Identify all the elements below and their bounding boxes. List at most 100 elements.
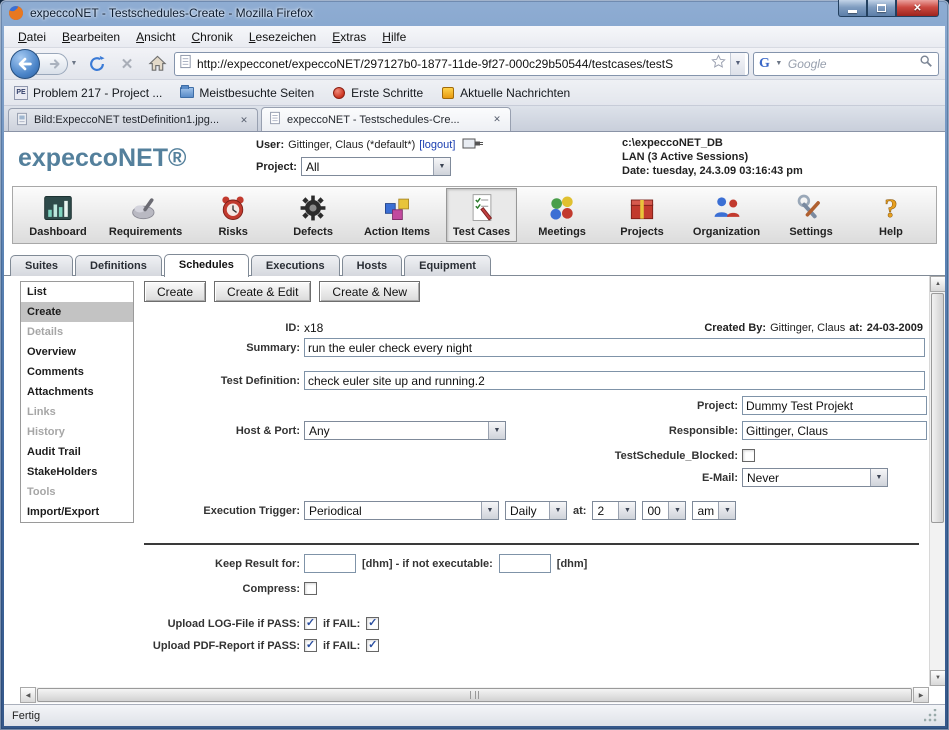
module-toolbar: Dashboard Requirements Risks Defects Act… bbox=[12, 186, 937, 244]
menu-hilfe[interactable]: Hilfe bbox=[374, 27, 414, 47]
toolbar-item-defects[interactable]: Defects bbox=[278, 189, 348, 241]
project-select[interactable]: All bbox=[301, 157, 451, 176]
menu-bearbeiten[interactable]: Bearbeiten bbox=[54, 27, 128, 47]
toolbar-item-dashboard[interactable]: Dashboard bbox=[23, 189, 93, 241]
trigger-ampm-select[interactable]: am bbox=[692, 501, 736, 520]
horizontal-scroll-thumb[interactable] bbox=[37, 688, 912, 702]
home-button[interactable] bbox=[144, 51, 170, 77]
url-input[interactable] bbox=[197, 57, 707, 71]
minimize-button[interactable] bbox=[838, 0, 867, 17]
sidebar-item-comments[interactable]: Comments bbox=[21, 362, 133, 382]
bookmark-aktuelle-nachrichten[interactable]: Aktuelle Nachrichten bbox=[441, 86, 570, 100]
email-select[interactable]: Never bbox=[742, 468, 888, 487]
magnifier-icon[interactable] bbox=[919, 54, 933, 73]
toolbar-item-requirements[interactable]: Requirements bbox=[103, 189, 188, 241]
tab-close-icon[interactable] bbox=[490, 113, 504, 127]
sidebar-item-overview[interactable]: Overview bbox=[21, 342, 133, 362]
tab-executions[interactable]: Executions bbox=[251, 255, 340, 276]
sidebar-item-list[interactable]: List bbox=[21, 282, 133, 302]
tab-bild-testdefinition[interactable]: Bild:ExpeccoNET testDefinition1.jpg... bbox=[8, 108, 258, 131]
chevron-down-icon[interactable] bbox=[668, 502, 685, 519]
pdf-fail-checkbox[interactable]: ✓ bbox=[366, 639, 379, 652]
scroll-down-arrow[interactable]: ▼ bbox=[930, 670, 945, 686]
vertical-scroll-thumb[interactable] bbox=[931, 293, 944, 523]
log-fail-checkbox[interactable]: ✓ bbox=[366, 617, 379, 630]
menu-lesezeichen[interactable]: Lesezeichen bbox=[241, 27, 324, 47]
trigger-hour-select[interactable]: 2 bbox=[592, 501, 636, 520]
bookmark-star-icon[interactable] bbox=[711, 54, 726, 74]
trigger-frequency-select[interactable]: Daily bbox=[505, 501, 567, 520]
toolbar-item-projects[interactable]: Projects bbox=[607, 189, 677, 241]
forward-button[interactable] bbox=[36, 53, 68, 75]
pdf-pass-checkbox[interactable]: ✓ bbox=[304, 639, 317, 652]
url-dropdown-arrow[interactable]: ▼ bbox=[730, 53, 745, 75]
sidebar-item-create[interactable]: Create bbox=[21, 302, 133, 322]
search-engine-icon[interactable]: G bbox=[759, 56, 770, 72]
menu-datei[interactable]: Datei bbox=[10, 27, 54, 47]
tab-hosts[interactable]: Hosts bbox=[342, 255, 403, 276]
toolbar-item-risks[interactable]: Risks bbox=[198, 189, 268, 241]
bookmark-erste-schritte[interactable]: Erste Schritte bbox=[332, 86, 423, 100]
toolbar-item-action-items[interactable]: Action Items bbox=[358, 189, 436, 241]
back-button[interactable] bbox=[10, 49, 40, 79]
project-input[interactable] bbox=[742, 396, 927, 415]
chevron-down-icon[interactable] bbox=[433, 158, 450, 175]
menu-ansicht[interactable]: Ansicht bbox=[128, 27, 183, 47]
chevron-down-icon[interactable] bbox=[481, 502, 498, 519]
search-input[interactable] bbox=[788, 57, 916, 71]
menu-extras[interactable]: Extras bbox=[324, 27, 374, 47]
create-button[interactable]: Create bbox=[144, 281, 206, 302]
compress-checkbox[interactable] bbox=[304, 582, 317, 595]
tab-suites[interactable]: Suites bbox=[10, 255, 73, 276]
summary-input[interactable] bbox=[304, 338, 925, 357]
stop-button[interactable]: ✕ bbox=[114, 51, 140, 77]
chevron-down-icon[interactable] bbox=[718, 502, 735, 519]
close-button[interactable]: ✕ bbox=[896, 0, 939, 17]
tab-equipment[interactable]: Equipment bbox=[404, 255, 491, 276]
scroll-right-arrow[interactable]: ▶ bbox=[913, 687, 929, 703]
sidebar-item-stakeholders[interactable]: StakeHolders bbox=[21, 462, 133, 482]
create-and-edit-button[interactable]: Create & Edit bbox=[214, 281, 311, 302]
tab-schedules[interactable]: Schedules bbox=[164, 254, 249, 277]
responsible-input[interactable] bbox=[742, 421, 927, 440]
not-executable-input[interactable] bbox=[499, 554, 551, 573]
trigger-type-select[interactable]: Periodical bbox=[304, 501, 499, 520]
scroll-up-arrow[interactable]: ▲ bbox=[930, 276, 945, 292]
toolbar-item-settings[interactable]: Settings bbox=[776, 189, 846, 241]
maximize-button[interactable] bbox=[867, 0, 896, 17]
scroll-left-arrow[interactable]: ◀ bbox=[20, 687, 36, 703]
create-and-new-button[interactable]: Create & New bbox=[319, 281, 420, 302]
trigger-minute-select[interactable]: 00 bbox=[642, 501, 686, 520]
tab-expecconet-testschedules[interactable]: expeccoNET - Testschedules-Cre... bbox=[261, 107, 511, 131]
tab-close-icon[interactable] bbox=[237, 113, 251, 127]
blocked-checkbox[interactable] bbox=[742, 449, 755, 462]
horizontal-scrollbar[interactable]: ◀ ▶ bbox=[20, 687, 929, 703]
refresh-button[interactable] bbox=[84, 51, 110, 77]
sidebar-item-audit-trail[interactable]: Audit Trail bbox=[21, 442, 133, 462]
log-pass-checkbox[interactable]: ✓ bbox=[304, 617, 317, 630]
search-engine-dropdown-arrow[interactable]: ▼ bbox=[773, 60, 785, 67]
toolbar-item-test-cases[interactable]: Test Cases bbox=[446, 188, 517, 242]
vertical-scrollbar[interactable]: ▲ ▼ bbox=[929, 276, 945, 686]
search-box[interactable]: G ▼ bbox=[753, 52, 939, 76]
toolbar-item-meetings[interactable]: Meetings bbox=[527, 189, 597, 241]
sidebar-item-import-export[interactable]: Import/Export bbox=[21, 502, 133, 522]
menu-chronik[interactable]: Chronik bbox=[183, 27, 240, 47]
chevron-down-icon[interactable] bbox=[618, 502, 635, 519]
sidebar-item-attachments[interactable]: Attachments bbox=[21, 382, 133, 402]
keep-result-input[interactable] bbox=[304, 554, 356, 573]
toolbar-item-organization[interactable]: Organization bbox=[687, 189, 766, 241]
titlebar[interactable]: expeccoNET - Testschedules-Create - Mozi… bbox=[0, 0, 949, 26]
url-bar[interactable]: ▼ bbox=[174, 52, 749, 76]
chevron-down-icon[interactable] bbox=[870, 469, 887, 486]
logout-link[interactable]: [logout] bbox=[419, 139, 455, 151]
history-dropdown-arrow[interactable]: ▼ bbox=[68, 60, 80, 67]
summary-row: Summary: bbox=[144, 338, 925, 359]
test-definition-input[interactable] bbox=[304, 371, 925, 390]
tab-definitions[interactable]: Definitions bbox=[75, 255, 162, 276]
toolbar-item-help[interactable]: ? Help bbox=[856, 189, 926, 241]
bookmark-problem-217[interactable]: PE Problem 217 - Project ... bbox=[14, 86, 162, 100]
chevron-down-icon[interactable] bbox=[549, 502, 566, 519]
resize-grip[interactable] bbox=[924, 709, 937, 722]
bookmark-meistbesuchte-seiten[interactable]: Meistbesuchte Seiten bbox=[180, 86, 314, 100]
